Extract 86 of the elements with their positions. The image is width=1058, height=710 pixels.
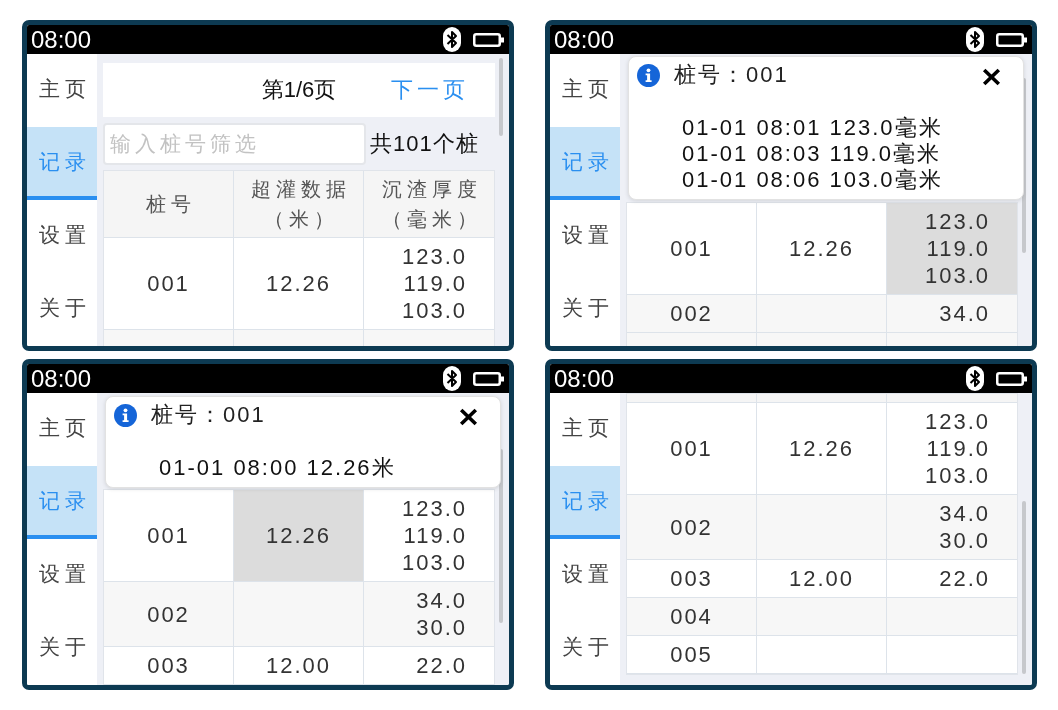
- table-cell[interactable]: [887, 636, 1017, 674]
- popup-title: 桩号：001: [151, 402, 266, 428]
- header-title: 超灌数据: [251, 177, 351, 202]
- filter-field[interactable]: 输入桩号筛选: [103, 123, 366, 165]
- cell-value: 22.0: [939, 565, 990, 592]
- battery-icon: [996, 32, 1027, 47]
- table-cell[interactable]: 001: [627, 402, 757, 495]
- popup-line: 01-01 08:01 123.0毫米: [682, 115, 943, 141]
- cell-value: 34.0: [939, 500, 990, 527]
- battery-icon: [473, 371, 504, 386]
- cell-value: 119.0: [926, 235, 990, 262]
- battery-icon: [996, 371, 1027, 386]
- cell-value: 34.0: [416, 587, 467, 614]
- cell-value: 103.0: [924, 462, 990, 489]
- table-cell[interactable]: 002: [104, 582, 234, 647]
- cell-value: 001: [147, 522, 190, 549]
- info-icon: [637, 63, 660, 87]
- cell-value: 12.26: [788, 435, 855, 462]
- cell-value: 001: [670, 435, 713, 462]
- cell-value: 003: [670, 565, 713, 592]
- table-cell[interactable]: 34.0 30.0: [364, 582, 494, 647]
- header-title: 桩号: [146, 192, 196, 217]
- cell-value: 001: [147, 270, 190, 297]
- cell-value: 103.0: [401, 297, 467, 324]
- cell-value: 001: [670, 235, 713, 262]
- scrollbar-thumb[interactable]: [499, 449, 503, 623]
- clock-time: 08:00: [554, 25, 615, 54]
- cell-value: 002: [147, 600, 190, 628]
- close-icon: [982, 68, 1001, 86]
- cell-value: 12.26: [788, 235, 855, 262]
- info-icon: [114, 403, 137, 427]
- table-cell[interactable]: 12.00: [757, 560, 887, 598]
- popup-line: 01-01 08:00 12.26米: [159, 455, 396, 481]
- clock-time: 08:00: [31, 364, 92, 393]
- close-button[interactable]: [982, 68, 1001, 86]
- table-cell[interactable]: 22.0: [887, 560, 1017, 598]
- header-unit: （毫米）: [381, 207, 482, 232]
- cell-value: 004: [670, 603, 713, 630]
- table-cell[interactable]: 12.26: [234, 490, 364, 582]
- clock-time: 08:00: [31, 25, 92, 54]
- cell-value: 12.00: [788, 565, 855, 592]
- table-cell[interactable]: 123.0 119.0 103.0: [887, 402, 1017, 495]
- cell-value: 22.0: [416, 652, 467, 679]
- popup-line: 01-01 08:03 119.0毫米: [682, 141, 941, 167]
- cell-value: 34.0: [939, 300, 990, 327]
- popup-line: 01-01 08:06 103.0毫米: [682, 167, 943, 193]
- total-count: 共101个桩: [370, 130, 479, 158]
- table-cell[interactable]: 12.26: [757, 203, 887, 295]
- cell-value: 119.0: [926, 435, 990, 462]
- cell-value: 123.0: [401, 243, 467, 270]
- cell-value: 003: [147, 652, 190, 679]
- cell-value: 002: [670, 300, 713, 327]
- close-button[interactable]: [459, 408, 478, 426]
- table-cell[interactable]: 123.0 119.0 103.0: [364, 238, 494, 330]
- cell-value: 123.0: [924, 208, 990, 235]
- cell-value: 103.0: [401, 549, 467, 576]
- table-cell[interactable]: 12.26: [757, 402, 887, 495]
- table-cell[interactable]: 003: [627, 560, 757, 598]
- popup-title: 桩号：001: [674, 62, 789, 88]
- header-title: 沉渣厚度: [381, 177, 482, 202]
- cell-value: 30.0: [416, 614, 467, 641]
- table-cell[interactable]: [757, 636, 887, 674]
- cell-value: 30.0: [939, 527, 990, 554]
- table-cell[interactable]: 001: [104, 238, 234, 330]
- cell-value: 103.0: [924, 262, 990, 289]
- table-cell[interactable]: 001: [627, 203, 757, 295]
- cell-value: 123.0: [924, 408, 990, 435]
- cell-value: 123.0: [401, 495, 467, 522]
- clock-time: 08:00: [554, 364, 615, 393]
- page-label: 第1/6页: [261, 76, 337, 104]
- cell-value: 12.00: [265, 652, 332, 679]
- cell-value: 005: [670, 641, 713, 668]
- cell-value: 002: [670, 513, 713, 541]
- scrollbar-thumb[interactable]: [499, 58, 503, 136]
- header-unit: （米）: [263, 207, 339, 232]
- scrollbar-thumb[interactable]: [1022, 501, 1026, 674]
- table-cell[interactable]: [234, 582, 364, 647]
- cell-value: 119.0: [403, 270, 467, 297]
- cell-value: 12.26: [265, 270, 332, 297]
- table-cell[interactable]: 123.0 119.0 103.0: [887, 203, 1017, 295]
- table-cell[interactable]: 005: [627, 636, 757, 674]
- battery-icon: [473, 32, 504, 47]
- close-icon: [459, 408, 478, 426]
- cell-value: 12.26: [265, 522, 332, 549]
- cell-value: 119.0: [403, 522, 467, 549]
- table-cell[interactable]: 12.26: [234, 238, 364, 330]
